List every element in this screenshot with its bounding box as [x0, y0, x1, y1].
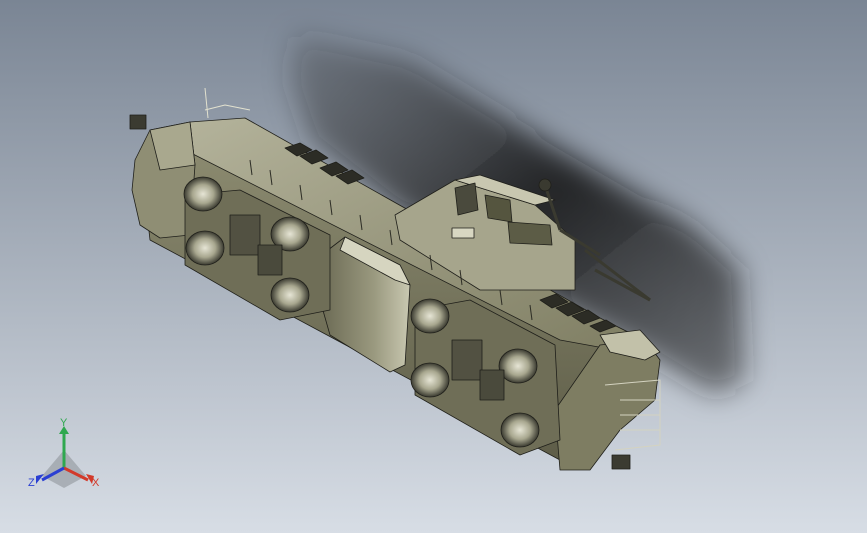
wheel — [183, 176, 223, 212]
graphics-viewport[interactable]: Y X Z — [0, 0, 867, 533]
cab-window-1 — [454, 182, 479, 216]
rear-coupler — [129, 114, 147, 130]
wheel — [500, 412, 540, 448]
wheel — [270, 277, 310, 313]
y-axis-label: Y — [60, 418, 68, 429]
front-coupler — [611, 454, 631, 470]
crane-hook — [538, 178, 552, 192]
axis-triad: Y X Z — [22, 417, 106, 494]
model-scene[interactable] — [0, 0, 867, 533]
x-axis-label: X — [92, 477, 100, 489]
z-axis-label: Z — [28, 477, 35, 489]
cab-number-plate — [451, 227, 475, 239]
cab-window-3 — [507, 221, 553, 246]
wheel — [498, 348, 538, 384]
wheel — [185, 230, 225, 266]
wheel — [410, 362, 450, 398]
wheel — [410, 298, 450, 334]
